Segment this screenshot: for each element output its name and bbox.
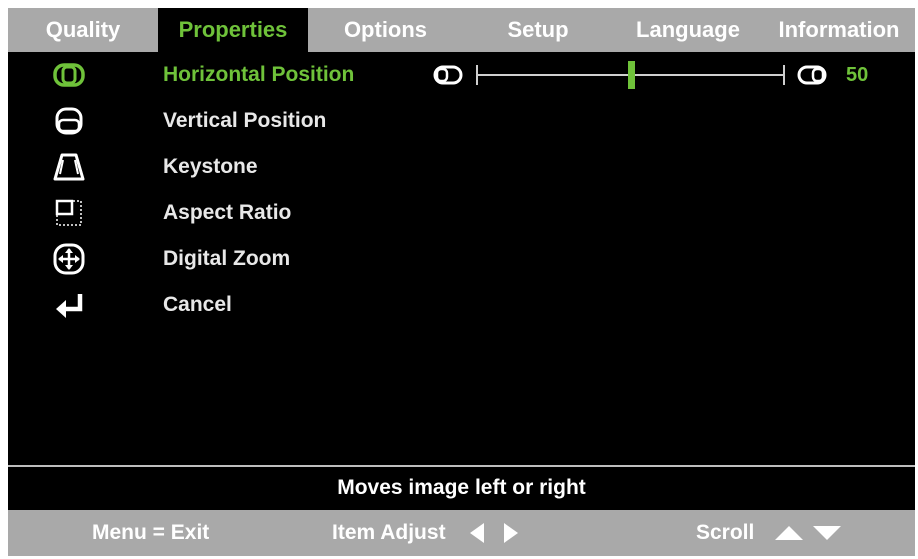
properties-menu: Horizontal Position 50 Vertical Position… (8, 52, 915, 466)
arrow-down-icon (813, 526, 842, 540)
tab-setup[interactable]: Setup (463, 8, 613, 52)
menu-item-label: Aspect Ratio (163, 201, 292, 224)
help-text: Moves image left or right (337, 476, 586, 499)
slider-left-icon (433, 65, 463, 85)
menu-item-keystone[interactable]: Keystone (8, 144, 915, 190)
horizontal-position-slider[interactable]: 50 (428, 60, 888, 90)
tab-information[interactable]: Information (763, 8, 915, 52)
arrow-left-icon (469, 523, 484, 543)
aspect-ratio-icon (55, 199, 82, 226)
tab-bar: Quality Properties Options Setup Languag… (8, 8, 915, 52)
return-arrow-icon (56, 294, 83, 318)
menu-item-horizontal-position[interactable]: Horizontal Position 50 (8, 52, 915, 98)
tab-options[interactable]: Options (308, 8, 463, 52)
menu-exit-hint: Menu = Exit (92, 521, 210, 544)
item-adjust-hint: Item Adjust (332, 510, 520, 556)
menu-item-digital-zoom[interactable]: Digital Zoom (8, 236, 915, 282)
menu-item-cancel[interactable]: Cancel (8, 282, 915, 328)
slider-right-icon (797, 65, 827, 85)
osd-menu-window: Quality Properties Options Setup Languag… (8, 8, 915, 556)
tab-language[interactable]: Language (613, 8, 763, 52)
menu-item-label: Vertical Position (163, 109, 327, 132)
slider-thumb[interactable] (628, 61, 635, 89)
slider-value: 50 (846, 64, 869, 86)
menu-item-aspect-ratio[interactable]: Aspect Ratio (8, 190, 915, 236)
arrow-up-icon (775, 526, 804, 540)
menu-item-vertical-position[interactable]: Vertical Position (8, 98, 915, 144)
scroll-label: Scroll (696, 521, 755, 544)
menu-item-label: Keystone (163, 155, 258, 178)
digital-zoom-icon (53, 243, 85, 275)
scroll-hint: Scroll (696, 510, 842, 556)
vertical-position-icon (55, 107, 83, 135)
tab-properties[interactable]: Properties (158, 8, 308, 52)
arrow-right-icon (503, 523, 518, 543)
item-adjust-label: Item Adjust (332, 521, 446, 544)
menu-item-label: Cancel (163, 293, 232, 316)
keystone-icon (53, 153, 85, 181)
horizontal-position-icon (53, 63, 85, 87)
menu-item-label: Horizontal Position (163, 63, 355, 86)
footer-bar: Menu = Exit Item Adjust Scroll (8, 510, 915, 556)
tab-quality[interactable]: Quality (8, 8, 158, 52)
slider-track-end (783, 65, 785, 85)
menu-item-label: Digital Zoom (163, 247, 291, 270)
